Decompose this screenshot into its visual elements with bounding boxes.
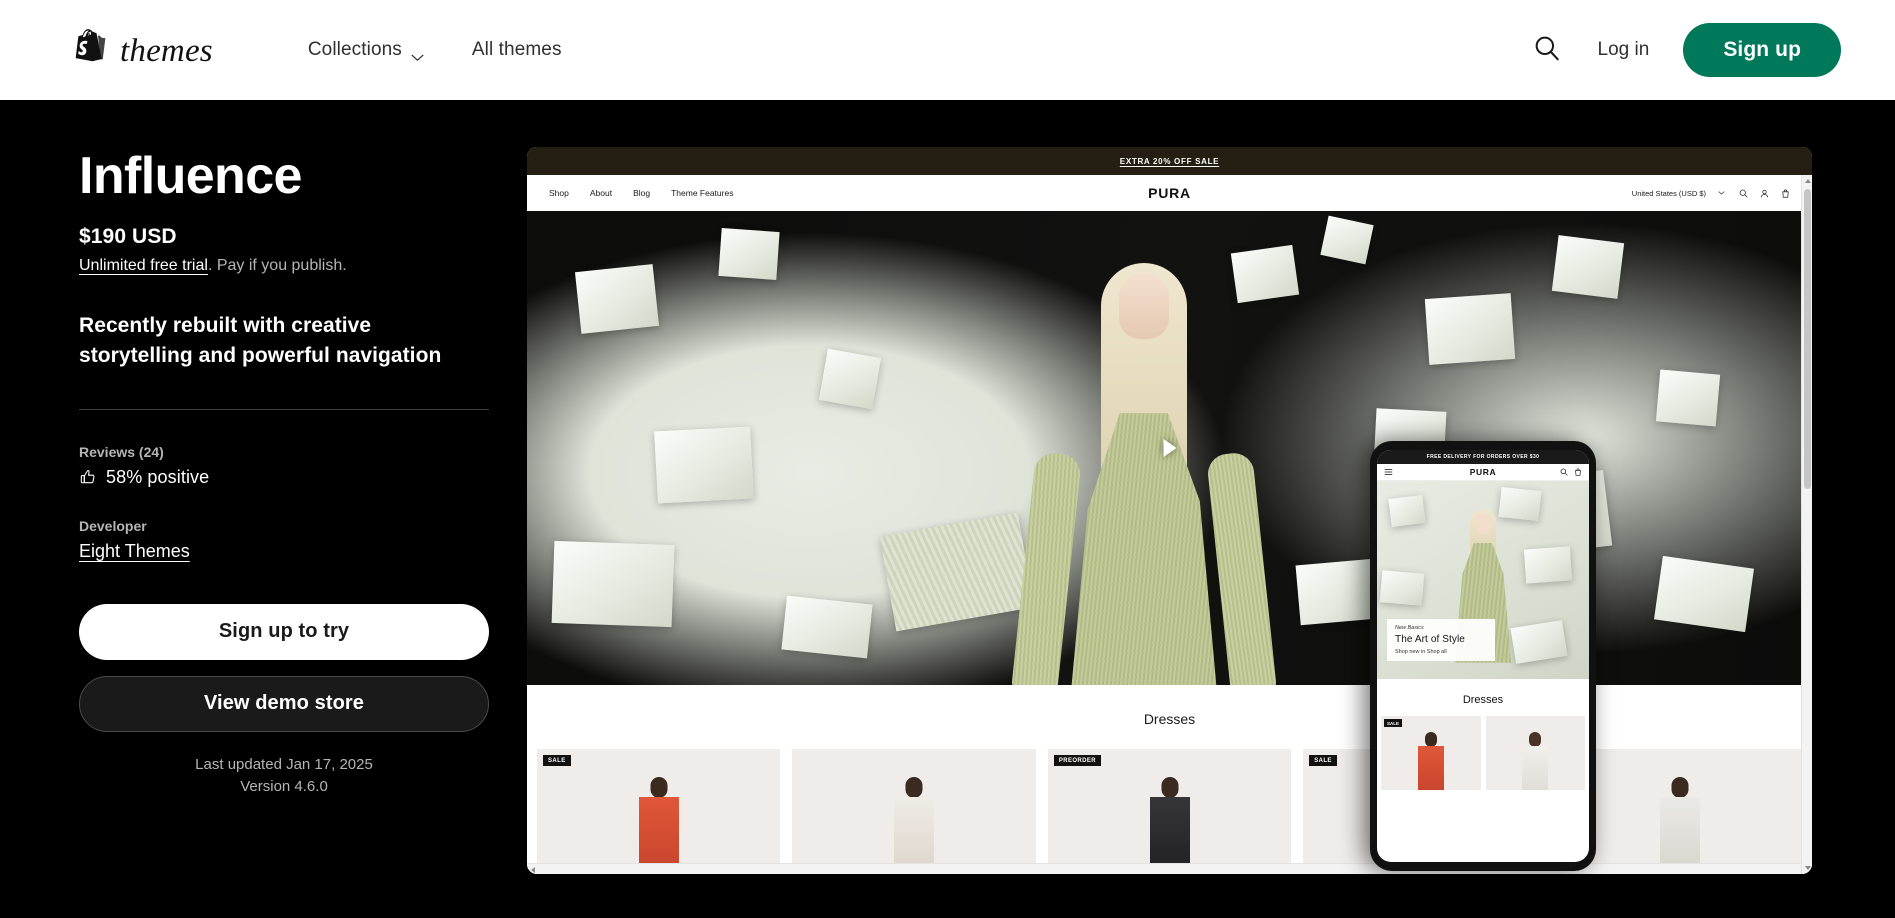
- primary-nav: Collections All themes: [308, 39, 562, 61]
- mobile-card-title: The Art of Style: [1395, 634, 1465, 645]
- scroll-up-arrow-icon[interactable]: [1804, 179, 1811, 183]
- mobile-shop-header: PURA: [1377, 464, 1589, 481]
- preview-shop-header: Shop About Blog Theme Features PURA Unit…: [527, 175, 1812, 211]
- nav-item-collections-label: Collections: [307, 39, 402, 60]
- product-badge: PREORDER: [1053, 755, 1102, 766]
- scroll-thumb[interactable]: [1804, 189, 1811, 489]
- mobile-product-row: SALE: [1377, 716, 1589, 790]
- desktop-preview-frame: EXTRA 20% OFF SALE Shop About Blog Theme…: [527, 147, 1812, 874]
- theme-preview: EXTRA 20% OFF SALE Shop About Blog Theme…: [527, 147, 1817, 887]
- preview-play-button[interactable]: [1163, 439, 1176, 457]
- brand-logo[interactable]: themes: [72, 28, 213, 72]
- search-button[interactable]: [1530, 33, 1564, 67]
- reviews-row[interactable]: 58% positive: [79, 467, 489, 488]
- site-header: themes Collections All themes Log in Sig…: [0, 0, 1895, 100]
- thumbs-up-icon: [79, 468, 97, 486]
- chevron-down-icon: [411, 46, 424, 61]
- mobile-preview-screen: FREE DELIVERY FOR ORDERS OVER $30 PURA N…: [1377, 450, 1589, 862]
- unlimited-free-trial-link[interactable]: Unlimited free trial: [79, 257, 208, 274]
- search-icon[interactable]: [1739, 189, 1748, 198]
- preview-shop-actions: United States (USD $): [1632, 189, 1790, 198]
- preview-product-row: SALE PREORDER SALE: [527, 749, 1812, 869]
- sign-up-to-try-button[interactable]: Sign up to try: [79, 603, 489, 660]
- preview-vertical-scrollbar[interactable]: [1801, 175, 1812, 874]
- account-icon[interactable]: [1760, 189, 1769, 198]
- brand-wordmark: themes: [120, 32, 213, 69]
- page-title: Influence: [79, 147, 302, 205]
- theme-price: $190 USD: [79, 225, 177, 249]
- view-demo-store-button[interactable]: View demo store: [79, 675, 489, 732]
- nav-item-collections[interactable]: Collections: [308, 39, 424, 61]
- mobile-hero-card[interactable]: New Basics The Art of Style Shop new in …: [1387, 619, 1495, 661]
- theme-hero: Influence $190 USD Unlimited free trial.…: [0, 100, 1895, 918]
- preview-announcement-text: EXTRA 20% OFF SALE: [1119, 156, 1220, 166]
- mobile-announcement-text: FREE DELIVERY FOR ORDERS OVER $30: [1426, 454, 1540, 460]
- preview-section-title: Dresses: [527, 685, 1812, 749]
- header-actions: Log in Sign up: [1530, 23, 1841, 77]
- mobile-preview-frame: FREE DELIVERY FOR ORDERS OVER $30 PURA N…: [1370, 441, 1596, 871]
- mobile-section-title: Dresses: [1462, 694, 1504, 706]
- chevron-down-icon: [1718, 189, 1727, 198]
- shopify-bag-icon: [72, 28, 110, 72]
- preview-shop-logo: PURA: [1148, 185, 1191, 201]
- preview-horizontal-scrollbar[interactable]: [527, 863, 1801, 874]
- scroll-down-arrow-icon[interactable]: [1804, 866, 1811, 870]
- mobile-announcement-bar: FREE DELIVERY FOR ORDERS OVER $30: [1377, 450, 1589, 464]
- nav-item-all-themes-label: All themes: [471, 39, 562, 60]
- preview-product-card[interactable]: SALE: [537, 749, 781, 869]
- theme-details-panel: Influence $190 USD Unlimited free trial.…: [79, 147, 489, 797]
- nav-item-all-themes[interactable]: All themes: [472, 39, 562, 61]
- trial-note: Unlimited free trial. Pay if you publish…: [79, 257, 489, 275]
- developer-label: Developer: [79, 517, 147, 534]
- reviews-label: Reviews (24): [79, 443, 164, 460]
- mobile-hero-image: New Basics The Art of Style Shop new in …: [1377, 481, 1589, 679]
- search-icon: [1533, 34, 1561, 67]
- mobile-card-links[interactable]: Shop new in Shop all: [1395, 649, 1487, 655]
- trial-note-rest: . Pay if you publish.: [207, 257, 347, 275]
- mobile-shop-logo: PURA: [1469, 467, 1497, 477]
- preview-announcement-bar: EXTRA 20% OFF SALE: [527, 147, 1812, 175]
- mobile-product-card[interactable]: SALE: [1381, 716, 1481, 790]
- section-divider: [79, 408, 489, 410]
- preview-product-card[interactable]: PREORDER: [1047, 749, 1292, 869]
- preview-hero-image: [527, 211, 1812, 685]
- product-badge: SALE: [1384, 719, 1403, 727]
- search-icon[interactable]: [1560, 463, 1568, 481]
- version-text: Version 4.6.0: [240, 777, 328, 795]
- product-badge: SALE: [1309, 755, 1337, 766]
- mobile-card-eyebrow: New Basics: [1395, 625, 1424, 631]
- scroll-left-arrow-icon[interactable]: [531, 866, 535, 873]
- product-badge: SALE: [543, 755, 571, 766]
- developer-link[interactable]: Eight Themes: [79, 541, 190, 562]
- cart-icon[interactable]: [1781, 189, 1790, 198]
- theme-tagline: Recently rebuilt with creative storytell…: [79, 314, 442, 367]
- preview-locale-selector[interactable]: United States (USD $): [1632, 189, 1706, 198]
- preview-hero-model: [1009, 263, 1278, 685]
- cart-icon[interactable]: [1574, 463, 1582, 481]
- preview-product-card[interactable]: [792, 749, 1036, 869]
- reviews-value: 58% positive: [106, 466, 210, 487]
- mobile-product-card[interactable]: [1485, 716, 1585, 790]
- last-updated-text: Last updated Jan 17, 2025: [195, 755, 373, 773]
- login-link[interactable]: Log in: [1598, 39, 1650, 61]
- signup-button[interactable]: Sign up: [1683, 23, 1841, 77]
